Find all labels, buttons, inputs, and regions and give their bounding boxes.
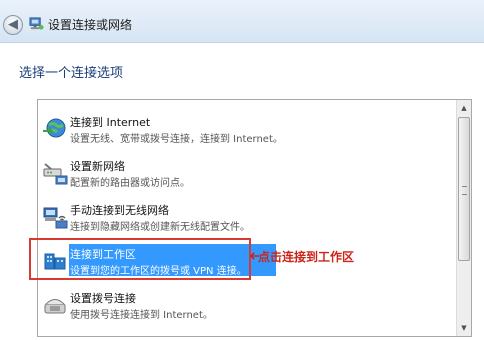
option-title: 设置新网络 [70,160,125,173]
option-title: 连接到 Internet [70,116,151,129]
option-title: 设置拨号连接 [70,292,136,305]
page-title: 选择一个连接选项 [19,66,124,81]
back-arrow-icon: ◀ [8,17,18,32]
option-connect-internet[interactable]: 连接到 Internet 设置无线、宽带或拨号连接，连接到 Internet。 [38,110,456,154]
option-manual-wireless[interactable]: 手动连接到无线网络 连接到隐藏网络或创建新无线配置文件。 [38,198,456,242]
router-network-icon [43,163,68,185]
option-description: 配置新的路由器或访问点。 [70,178,190,189]
scroll-down-icon: ▼ [461,324,467,332]
scroll-up-icon: ▲ [461,104,467,112]
option-description: 设置无线、宽带或拨号连接，连接到 Internet。 [70,134,283,145]
scroll-up-button[interactable]: ▲ [457,100,471,116]
option-description: 使用拨号连接连接到 Internet。 [70,310,213,321]
option-new-network[interactable]: 设置新网络 配置新的路由器或访问点。 [38,154,456,198]
globe-connect-icon [43,118,66,138]
back-button[interactable]: ◀ [3,15,23,35]
annotation-highlight-box [29,238,251,280]
wireless-network-icon [43,207,68,229]
scrollbar-thumb[interactable] [458,117,470,261]
annotation-text: 点击连接到工作区 [258,250,355,264]
connection-options-list[interactable]: 连接到 Internet 设置无线、宽带或拨号连接，连接到 Internet。 … [37,99,472,337]
dialup-phone-icon [44,299,66,314]
window-title: 设置连接或网络 [48,18,133,32]
grip-icon [462,186,467,195]
vertical-scrollbar[interactable]: ▲ ▼ [456,100,471,336]
option-title: 手动连接到无线网络 [70,204,169,217]
option-description: 连接到隐藏网络或创建新无线配置文件。 [70,222,250,233]
option-dialup[interactable]: 设置拨号连接 使用拨号连接连接到 Internet。 [38,286,456,330]
network-icon [29,17,44,30]
scroll-down-button[interactable]: ▼ [457,320,471,336]
title-bar: ◀ 设置连接或网络 [0,0,484,43]
